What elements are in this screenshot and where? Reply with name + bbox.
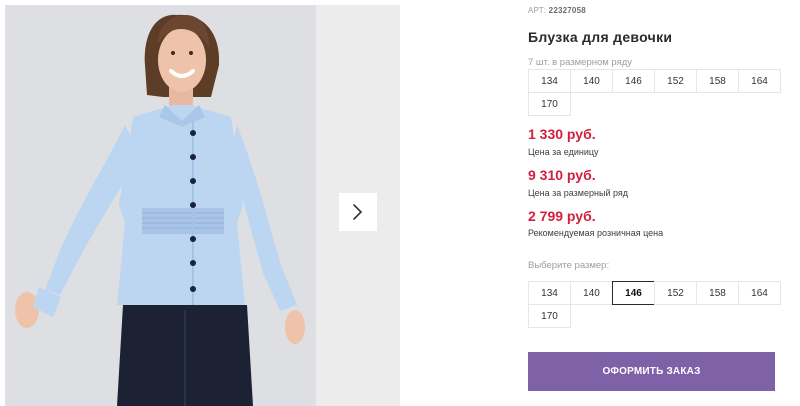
size-option-158[interactable]: 158 <box>696 281 739 305</box>
product-gallery <box>0 0 400 406</box>
place-order-button[interactable]: ОФОРМИТЬ ЗАКАЗ <box>528 352 775 391</box>
retail-price-note: Рекомендуемая розничная цена <box>528 228 664 238</box>
size-option-164[interactable]: 164 <box>738 281 781 305</box>
choose-size-label: Выберите размер: <box>528 260 610 271</box>
size-row-cell: 158 <box>696 69 739 93</box>
product-info: АРТ: 22327058 Блузка для девочки 7 шт. в… <box>528 0 796 406</box>
size-option-134[interactable]: 134 <box>528 281 571 305</box>
next-photo-button[interactable] <box>339 193 377 231</box>
size-row-label: 7 шт. в размерном ряду <box>528 57 633 68</box>
size-row-cell: 134 <box>528 69 571 93</box>
size-row-cell: 152 <box>654 69 697 93</box>
article-label: АРТ: <box>528 6 547 15</box>
size-row-cell: 170 <box>528 92 571 116</box>
size-row-price: 9 310 руб. <box>528 167 596 183</box>
size-option-140[interactable]: 140 <box>570 281 613 305</box>
chevron-right-icon <box>353 204 363 220</box>
size-option-170[interactable]: 170 <box>528 304 571 328</box>
product-photo[interactable] <box>5 5 316 406</box>
article-number: 22327058 <box>548 6 586 15</box>
unit-price-note: Цена за единицу <box>528 147 599 157</box>
size-option-146-selected[interactable]: 146 <box>612 281 655 305</box>
size-row-price-note: Цена за размерный ряд <box>528 188 629 198</box>
retail-price: 2 799 руб. <box>528 208 596 224</box>
article-line: АРТ: 22327058 <box>528 6 586 15</box>
size-row-cell: 146 <box>612 69 655 93</box>
size-row-cell: 164 <box>738 69 781 93</box>
unit-price: 1 330 руб. <box>528 126 596 142</box>
size-row-cell: 140 <box>570 69 613 93</box>
size-option-152[interactable]: 152 <box>654 281 697 305</box>
girl-in-blouse-image <box>5 5 316 406</box>
product-title: Блузка для девочки <box>528 29 673 45</box>
